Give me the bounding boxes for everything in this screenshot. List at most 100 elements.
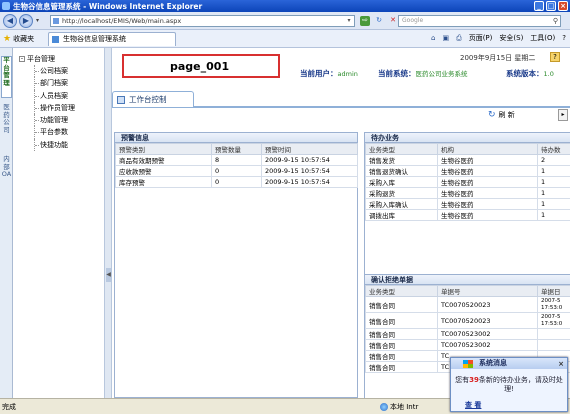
table-row[interactable]: 销售合同 TC0070520023 2007-5 17:53:0 [365, 296, 570, 313]
history-dropdown-icon[interactable]: ▾ [36, 17, 39, 24]
todo-count: 1 [537, 187, 570, 199]
tools-menu[interactable]: 工具(O) [530, 33, 555, 43]
home-icon[interactable]: ⌂ [431, 34, 435, 42]
todo-table: 业务类型 机构 待办数 销售发货 生物谷医药 2 销售退货确认 生物谷医药 1 采购入库… [365, 143, 570, 221]
collapse-arrow-icon[interactable]: ◀ [106, 268, 111, 282]
tree-item[interactable]: 平台参数 [34, 126, 75, 139]
reject-type[interactable]: 销售合同 [365, 350, 438, 362]
forward-button[interactable]: ▶ [19, 14, 33, 28]
todo-count: 1 [537, 198, 570, 210]
table-row[interactable]: 采购退货 生物谷医药 1 [365, 187, 570, 199]
todo-type[interactable]: 调拨出库 [365, 209, 438, 221]
column-header[interactable]: 单据日 [537, 285, 570, 297]
page-id: page_001 [170, 60, 230, 73]
page-menu[interactable]: 页面(P) [469, 33, 493, 43]
safety-menu[interactable]: 安全(S) [499, 33, 523, 43]
minimize-button[interactable]: _ [534, 1, 544, 11]
refresh-icon: ↻ [488, 110, 496, 120]
vtab-oa[interactable]: 内部OA [1, 155, 12, 194]
tree-item[interactable]: 快捷功能 [34, 138, 75, 152]
column-header[interactable]: 预警时间 [261, 143, 358, 155]
zone-label: 本地 Intr [390, 403, 419, 411]
todo-type[interactable]: 采购入库 [365, 176, 438, 188]
reject-type[interactable]: 销售合同 [365, 339, 438, 351]
collapse-icon[interactable]: - [19, 56, 25, 62]
refresh-button[interactable]: ↻ 刷 新 [488, 110, 515, 120]
reject-type[interactable]: 销售合同 [365, 361, 438, 373]
stop-icon[interactable]: ✕ [388, 16, 398, 26]
reject-no: TC0070520023 [437, 312, 538, 329]
table-header-row: 业务类型 机构 待办数 [365, 143, 570, 155]
column-header[interactable]: 机构 [437, 143, 538, 155]
tab-workspace-control[interactable]: 工作台控制 [112, 91, 194, 107]
table-row[interactable]: 销售发货 生物谷医药 2 [365, 154, 570, 166]
command-bar: ⌂ ▣ ⎙ 页面(P) 安全(S) 工具(O) ? [431, 33, 566, 43]
vtab-label: 医药公司 [3, 103, 10, 134]
tree-item[interactable]: 人员档案 [34, 89, 75, 102]
todo-count: 2 [537, 154, 570, 166]
security-zone[interactable]: 本地 Intr [380, 402, 418, 412]
reject-date-line2: 17:53:0 [541, 320, 563, 327]
back-button[interactable]: ◀ [3, 14, 17, 28]
table-row[interactable]: 库存预警 0 2009-9-15 10:57:54 [115, 176, 358, 188]
favorites-button[interactable]: ★ 收藏夹 [3, 34, 34, 44]
search-placeholder: Google [402, 17, 424, 24]
table-row[interactable]: 销售合同 TC0070523002 [365, 328, 570, 340]
tree-root[interactable]: - 平台管理 [19, 54, 55, 64]
table-row[interactable]: 调拨出库 生物谷医药 1 [365, 209, 570, 221]
table-row[interactable]: 采购入库确认 生物谷医药 1 [365, 198, 570, 210]
close-button[interactable]: × [558, 1, 568, 11]
tree-item[interactable]: 操作员管理 [34, 101, 75, 115]
browser-tab[interactable]: 生物谷信息管理系统 [48, 32, 176, 46]
reject-date [537, 339, 570, 351]
side-toggle-button[interactable]: ▸ [558, 109, 568, 121]
window-controls: _ □ × [534, 1, 568, 11]
table-row[interactable]: 销售合同 TC0070523002 [365, 339, 570, 351]
warning-time: 2009-9-15 10:57:54 [261, 154, 358, 166]
print-icon[interactable]: ⎙ [456, 34, 462, 43]
tree-item[interactable]: 公司档案 [34, 65, 75, 78]
table-row[interactable]: 商品有效期预警 8 2009-9-15 10:57:54 [115, 154, 358, 166]
todo-type[interactable]: 采购退货 [365, 187, 438, 199]
todo-type[interactable]: 采购入库确认 [365, 198, 438, 210]
view-link[interactable]: 查 看 [465, 400, 481, 410]
table-row[interactable]: 应收款预警 0 2009-9-15 10:57:54 [115, 165, 358, 177]
address-url[interactable]: http://localhost/EMIS/Web/main.aspx [62, 17, 181, 25]
column-header[interactable]: 预警类别 [115, 143, 212, 155]
table-row[interactable]: 采购入库 生物谷医药 1 [365, 176, 570, 188]
reject-date: 2007-5 17:53:0 [537, 296, 570, 313]
table-row[interactable]: 销售合同 TC0070520023 2007-5 17:53:0 [365, 312, 570, 329]
vtab-pharma[interactable]: 医药公司 [1, 103, 12, 144]
panel-splitter[interactable]: ◀ [104, 48, 112, 398]
feeds-icon[interactable]: ▣ [442, 34, 449, 42]
address-dropdown-icon[interactable]: ▾ [345, 17, 353, 25]
go-icon[interactable]: ⇨ [360, 16, 370, 26]
help-icon[interactable]: ? [550, 52, 560, 62]
column-header[interactable]: 单据号 [437, 285, 538, 297]
table-row[interactable]: 销售退货确认 生物谷医药 1 [365, 165, 570, 177]
reject-type[interactable]: 销售合同 [365, 328, 438, 340]
reject-type[interactable]: 销售合同 [365, 312, 438, 329]
column-header[interactable]: 预警数量 [211, 143, 262, 155]
popup-close-icon[interactable]: × [558, 359, 564, 370]
tree-item[interactable]: 功能管理 [34, 114, 75, 127]
column-header[interactable]: 业务类型 [365, 143, 438, 155]
todo-type[interactable]: 销售退货确认 [365, 165, 438, 177]
window-title: 生物谷信息管理系统 - Windows Internet Explorer [13, 2, 203, 11]
maximize-button[interactable]: □ [546, 1, 556, 11]
reject-type[interactable]: 销售合同 [365, 296, 438, 313]
address-bar[interactable]: http://localhost/EMIS/Web/main.aspx ▾ [50, 15, 355, 27]
refresh-icon[interactable]: ↻ [374, 16, 384, 26]
help-menu[interactable]: ? [562, 34, 566, 42]
popup-msg-count: 39 [469, 376, 479, 384]
search-icon[interactable]: ⚲ [553, 17, 558, 25]
todo-type[interactable]: 销售发货 [365, 154, 438, 166]
tree-item[interactable]: 部门档案 [34, 77, 75, 90]
window-titlebar[interactable]: 生物谷信息管理系统 - Windows Internet Explorer _ … [0, 0, 570, 12]
reject-date-line2: 17:53:0 [541, 304, 563, 311]
column-header[interactable]: 待办数 [537, 143, 570, 155]
todo-count: 1 [537, 165, 570, 177]
vtab-platform[interactable]: 平台管理 [1, 56, 12, 98]
search-box[interactable]: Google ⚲ [398, 15, 561, 27]
column-header[interactable]: 业务类型 [365, 285, 438, 297]
